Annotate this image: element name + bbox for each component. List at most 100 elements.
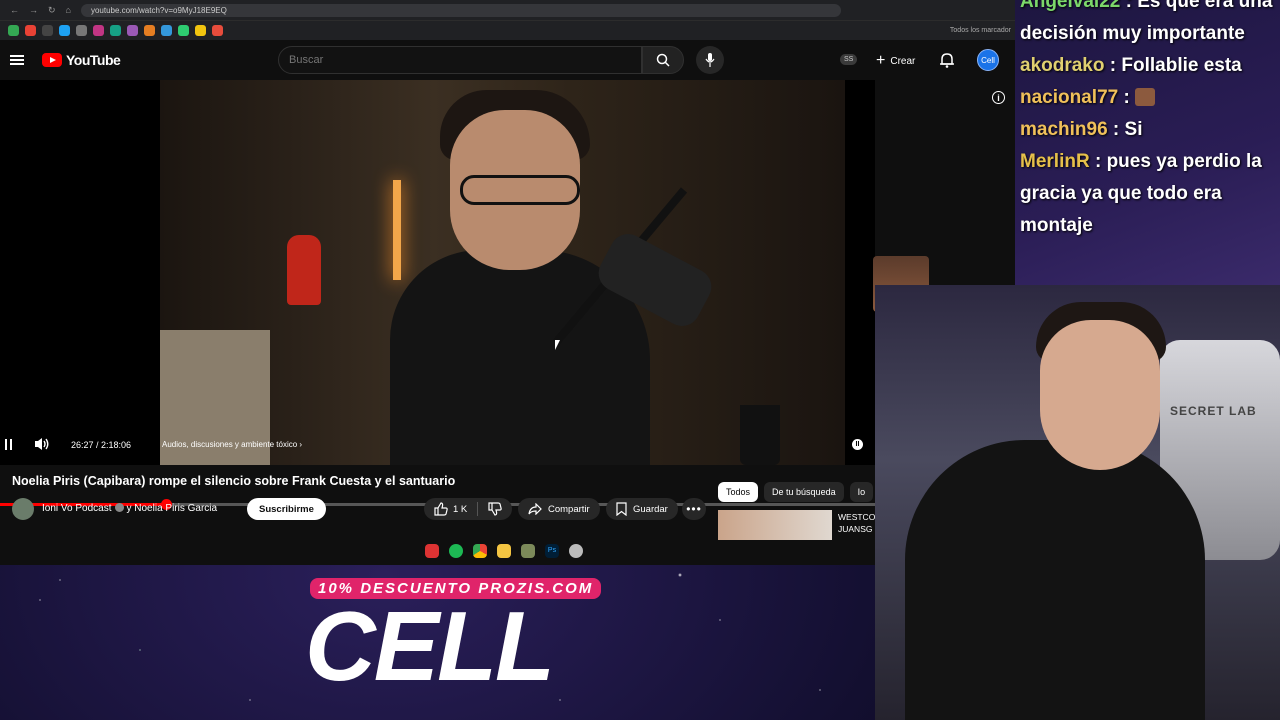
chip-all[interactable]: Todos xyxy=(718,482,759,502)
bookmark-icon[interactable] xyxy=(93,25,104,36)
divider xyxy=(477,502,479,516)
thumbs-down-icon[interactable] xyxy=(488,502,502,516)
streamer-body xyxy=(905,440,1205,720)
chrome-icon[interactable] xyxy=(473,544,487,558)
video-scene-cup xyxy=(740,405,780,465)
mouse-cursor-icon xyxy=(555,340,560,350)
bookmark-icon[interactable] xyxy=(59,25,70,36)
share-label: Compartir xyxy=(548,503,590,515)
more-icon: ••• xyxy=(686,502,702,516)
taskbar-app-icon[interactable] xyxy=(449,544,463,558)
chat-message: machin96 : Si xyxy=(1020,119,1143,140)
time-display: 26:27 / 2:18:06 xyxy=(71,440,132,450)
bookmark-icon[interactable] xyxy=(127,25,138,36)
chat-username: MerlinR xyxy=(1020,151,1090,172)
bookmarks-bar: Todos los marcador xyxy=(0,20,1015,40)
video-title: Noelia Piris (Capibara) rompe el silenci… xyxy=(12,474,456,488)
chat-overlay: Angelval22 : Es que era una decisión muy… xyxy=(1015,0,1280,285)
save-button[interactable]: Guardar xyxy=(606,498,678,520)
pause-icon[interactable] xyxy=(5,439,12,450)
chat-username: machin96 xyxy=(1020,119,1108,140)
search-button[interactable] xyxy=(642,46,684,74)
autoplay-toggle-icon[interactable]: II xyxy=(852,439,863,450)
video-scene-glasses xyxy=(460,175,580,205)
stream-scene: ← → ↻ ⌂ youtube.com/watch?v=o9MyJ18E9EQ … xyxy=(0,0,1280,720)
account-avatar[interactable]: Cell xyxy=(977,49,999,71)
channel-avatar[interactable] xyxy=(12,498,34,520)
share-icon xyxy=(528,503,542,515)
voice-search-button[interactable] xyxy=(696,46,724,74)
folder-icon[interactable] xyxy=(497,544,511,558)
bookmark-icon[interactable] xyxy=(25,25,36,36)
bookmark-icon[interactable] xyxy=(212,25,223,36)
recommendation-chips: Todos De tu búsqueda Io xyxy=(718,482,874,502)
recommended-video-title[interactable]: WESTCO JUANSG xyxy=(838,511,878,535)
youtube-play-icon xyxy=(42,53,62,67)
video-scene-lamp xyxy=(393,180,401,280)
chip-from-search[interactable]: De tu búsqueda xyxy=(764,482,844,502)
bookmark-icon[interactable] xyxy=(195,25,206,36)
taskbar: Ps xyxy=(425,544,583,558)
bookmark-icon[interactable] xyxy=(161,25,172,36)
bookmark-icon[interactable] xyxy=(76,25,87,36)
chat-text: Follablie esta xyxy=(1121,55,1242,76)
chat-username: Angelval22 xyxy=(1020,0,1121,12)
bell-icon xyxy=(940,53,954,68)
chat-message: nacional77 : xyxy=(1015,82,1280,114)
chat-emote-icon xyxy=(1135,88,1156,106)
bookmark-icon[interactable] xyxy=(110,25,121,36)
all-bookmarks-label[interactable]: Todos los marcador xyxy=(950,27,1011,34)
channel-name-text: Ioni Vo Podcast xyxy=(42,503,112,514)
recommended-video-thumbnail[interactable] xyxy=(718,510,832,540)
thumbs-up-icon xyxy=(434,502,448,516)
create-label: Crear xyxy=(890,55,916,67)
like-dislike-group: 1 K xyxy=(424,498,513,520)
chair-logo: SECRET LAB xyxy=(1170,404,1257,418)
back-icon[interactable]: ← xyxy=(10,5,19,15)
like-count: 1 K xyxy=(453,503,468,515)
youtube-logo[interactable]: YouTube xyxy=(42,52,121,68)
volume-icon[interactable] xyxy=(34,437,50,451)
hamburger-menu-icon[interactable] xyxy=(10,55,24,65)
address-bar[interactable]: youtube.com/watch?v=o9MyJ18E9EQ xyxy=(80,3,841,17)
channel-name[interactable]: Ioni Vo Podcast y Noelia Piris Garcia xyxy=(42,503,217,514)
taskbar-app-icon[interactable] xyxy=(521,544,535,558)
video-player[interactable]: 26:27 / 2:18:06 Audios, discusiones y am… xyxy=(0,80,875,510)
chapter-title[interactable]: Audios, discusiones y ambiente tóxico › xyxy=(162,440,302,449)
create-button[interactable]: + Crear xyxy=(876,52,915,70)
like-button[interactable]: 1 K xyxy=(434,502,467,516)
more-actions-button[interactable]: ••• xyxy=(682,498,706,520)
chat-message: akodrako : Follablie esta xyxy=(1020,55,1242,76)
recommended-title-line: JUANSG xyxy=(838,524,873,534)
chat-username: akodrako xyxy=(1020,55,1105,76)
bookmark-icon[interactable] xyxy=(144,25,155,36)
info-icon[interactable]: i xyxy=(992,91,1005,104)
plus-icon: + xyxy=(876,52,886,69)
taskbar-app-icon[interactable] xyxy=(425,544,439,558)
notifications-button[interactable] xyxy=(940,52,954,73)
photoshop-icon[interactable]: Ps xyxy=(545,544,559,558)
video-frame xyxy=(160,80,845,465)
extension-badge[interactable]: SS xyxy=(840,54,858,65)
chevron-right-icon: › xyxy=(299,440,303,449)
player-controls: 26:27 / 2:18:06 Audios, discusiones y am… xyxy=(0,436,875,456)
share-button[interactable]: Compartir xyxy=(518,498,600,520)
chat-message: MerlinR : pues ya perdio la gracia ya qu… xyxy=(1020,151,1262,236)
reload-icon[interactable]: ↻ xyxy=(48,5,56,16)
bookmark-icon[interactable] xyxy=(42,25,53,36)
taskbar-app-icon[interactable] xyxy=(569,544,583,558)
promo-brand-text: CELL xyxy=(305,591,555,701)
recommended-title-line: WESTCO xyxy=(838,512,876,522)
microphone-icon xyxy=(705,53,715,67)
chip-related[interactable]: Io xyxy=(849,482,874,502)
bookmark-icon[interactable] xyxy=(8,25,19,36)
search-input[interactable] xyxy=(278,46,642,74)
search-icon xyxy=(656,53,670,67)
bookmark-icon[interactable] xyxy=(178,25,189,36)
subscribe-button[interactable]: Suscribirme xyxy=(247,498,326,520)
forward-icon[interactable]: → xyxy=(29,5,38,15)
streamer-head xyxy=(1040,320,1160,470)
save-label: Guardar xyxy=(633,503,668,515)
home-icon[interactable]: ⌂ xyxy=(66,5,71,15)
chapter-label: Audios, discusiones y ambiente tóxico xyxy=(162,440,298,449)
